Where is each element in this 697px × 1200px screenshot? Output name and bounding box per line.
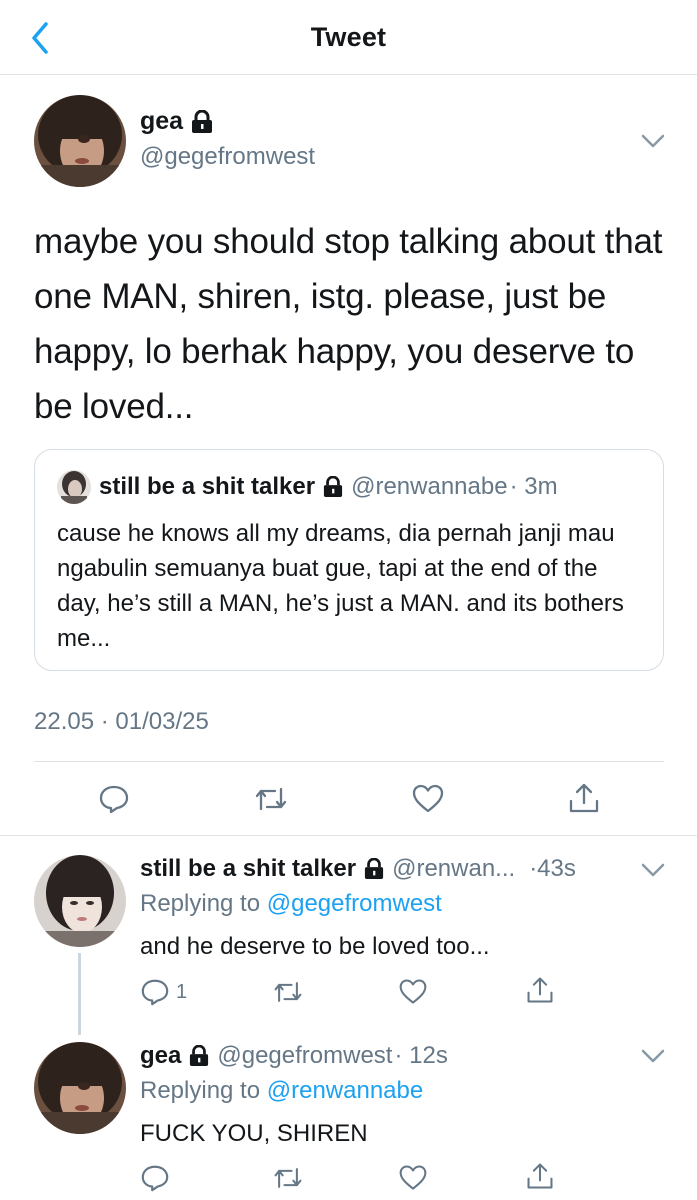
chevron-down-icon[interactable] (640, 133, 666, 149)
chevron-down-icon[interactable] (640, 1048, 666, 1064)
share-icon (527, 1163, 553, 1189)
avatar[interactable] (34, 855, 126, 947)
page-title: Tweet (310, 22, 387, 52)
quoted-tweet[interactable]: still be a shit talker @renwannabe · 3m … (34, 449, 664, 671)
quoted-author-name: still be a shit talker (99, 473, 316, 500)
reply-header[interactable]: gea @gegefromwest · 12s (140, 1042, 448, 1070)
quoted-time: · 3m (509, 473, 558, 500)
reply-button[interactable] (140, 1163, 170, 1193)
reply-author-name: still be a shit talker (140, 855, 357, 882)
reply-count: 1 (176, 980, 188, 1003)
reply-icon (99, 785, 129, 814)
tweet-timestamp: 22.05 · 01/03/25 (34, 708, 209, 735)
reply-time: · 12s (394, 1042, 448, 1069)
retweet-icon (274, 982, 302, 1002)
reply-author-handle: @gegefromwest (217, 1042, 393, 1069)
quoted-tweet-text: cause he knows all my dreams, dia pernah… (57, 520, 624, 652)
like-button[interactable] (411, 783, 445, 815)
reply-button[interactable]: 1 (140, 977, 187, 1007)
share-button[interactable] (525, 975, 555, 1005)
author-name-text: gea (140, 107, 184, 135)
author-handle[interactable]: @gegefromwest (140, 143, 315, 171)
retweet-button[interactable] (253, 783, 289, 815)
reply-author-name: gea (140, 1042, 182, 1069)
top-bar: Tweet (0, 0, 697, 75)
reply-icon (141, 1165, 169, 1192)
lock-icon (324, 476, 343, 497)
quoted-author-handle: @renwannabe (351, 473, 508, 500)
share-icon (569, 783, 599, 813)
retweet-button[interactable] (272, 977, 304, 1007)
reply-header[interactable]: still be a shit talker @renwan... ·43s (140, 855, 576, 883)
like-button[interactable] (398, 1163, 428, 1193)
share-button[interactable] (567, 781, 601, 815)
reply-text: and he deserve to be loved too... (140, 933, 490, 960)
avatar[interactable] (34, 1042, 126, 1134)
replying-to-link[interactable]: @renwannabe (267, 1077, 423, 1104)
retweet-icon (255, 787, 287, 811)
replying-to-label: Replying to (140, 1077, 261, 1104)
replying-to-link[interactable]: @gegefromwest (267, 890, 442, 917)
reply-text: FUCK YOU, SHIREN (140, 1120, 368, 1147)
retweet-button[interactable] (272, 1163, 304, 1193)
retweet-icon (274, 1168, 302, 1188)
lock-icon (192, 109, 213, 133)
replying-to: Replying to @renwannabe (140, 1077, 423, 1105)
reply-icon (141, 979, 169, 1006)
thread-line (78, 953, 81, 1035)
lock-icon (365, 858, 384, 879)
reply-time: ·43s (529, 855, 576, 882)
author-name[interactable]: gea (140, 107, 213, 136)
divider (34, 761, 664, 762)
lock-icon (190, 1045, 209, 1066)
avatar (57, 470, 91, 504)
chevron-down-icon[interactable] (640, 862, 666, 878)
like-button[interactable] (398, 977, 428, 1007)
avatar[interactable] (34, 95, 126, 187)
reply-button[interactable] (98, 783, 130, 815)
share-icon (527, 977, 553, 1003)
like-icon (399, 1165, 427, 1190)
like-icon (412, 784, 444, 813)
divider (0, 835, 697, 836)
like-icon (399, 979, 427, 1004)
share-button[interactable] (525, 1161, 555, 1191)
quoted-tweet-header: still be a shit talker @renwannabe · 3m (57, 470, 558, 504)
replying-to-label: Replying to (140, 890, 261, 917)
replying-to: Replying to @gegefromwest (140, 890, 442, 918)
reply-author-handle: @renwan... (392, 855, 516, 882)
tweet-text: maybe you should stop talking about that… (34, 222, 663, 426)
